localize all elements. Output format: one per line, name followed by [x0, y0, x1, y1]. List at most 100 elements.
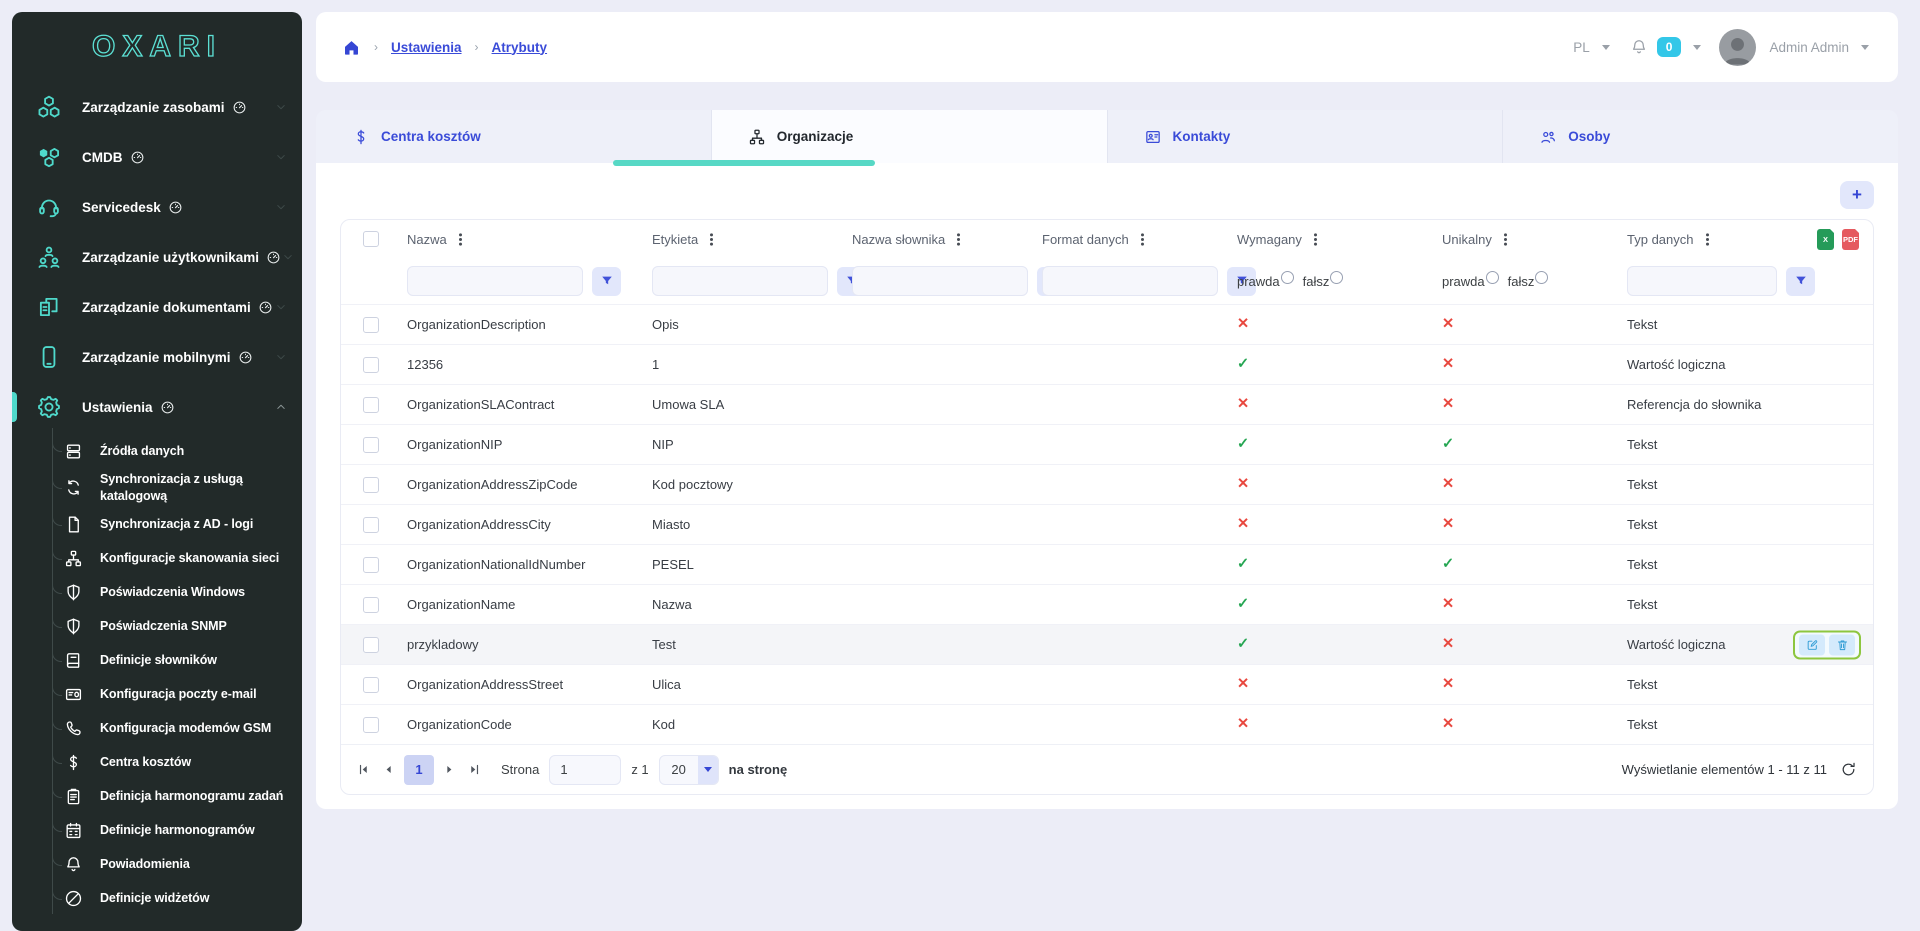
notification-badge[interactable]: 0 [1657, 37, 1682, 57]
cell-nazwa: OrganizationNIP [399, 437, 644, 452]
select-all-checkbox[interactable] [363, 231, 379, 247]
column-menu-icon[interactable] [1706, 238, 1709, 241]
sidebar-item-zarz-dzanie-mobilnymi[interactable]: Zarządzanie mobilnymi [12, 332, 302, 382]
sidebar-subitem-definicje-harmonogram-w[interactable]: Definicje harmonogramów [12, 814, 302, 848]
sidebar-subitem-po-wiadczenia-snmp[interactable]: Poświadczenia SNMP [12, 610, 302, 644]
sidebar-subitem-konfiguracja-poczty-e-mail[interactable]: Konfiguracja poczty e-mail [12, 678, 302, 712]
tab-kontakty[interactable]: Kontakty [1108, 110, 1504, 163]
language-caret-icon[interactable] [1602, 45, 1610, 50]
language-selector[interactable]: PL [1573, 40, 1590, 55]
sidebar-subitem-konfiguracja-modem-w-gsm[interactable]: Konfiguracja modemów GSM [12, 712, 302, 746]
table-row-przykladowy[interactable]: przykladowyTest✓✕Wartość logiczna [341, 624, 1873, 664]
row-checkbox[interactable] [363, 717, 379, 733]
sidebar-subitem-definicje-s-ownik-w[interactable]: Definicje słowników [12, 644, 302, 678]
refresh-icon[interactable] [1840, 761, 1857, 778]
column-menu-icon[interactable] [1141, 238, 1144, 241]
first-page-button[interactable] [351, 757, 376, 783]
row-checkbox[interactable] [363, 517, 379, 533]
page-size-select[interactable]: 20 [659, 755, 719, 785]
cell-nazwa: OrganizationDescription [399, 317, 644, 332]
delete-button[interactable] [1829, 634, 1855, 655]
next-page-button[interactable] [437, 757, 462, 783]
previous-page-button[interactable] [376, 757, 401, 783]
last-page-button[interactable] [462, 757, 487, 783]
excel-export-icon[interactable]: X [1817, 229, 1834, 250]
table-row-organizationnip[interactable]: OrganizationNIPNIP✓✓Tekst [341, 424, 1873, 464]
cross-icon: ✕ [1237, 517, 1249, 532]
column-menu-icon[interactable] [957, 238, 960, 241]
sidebar-subitem-r-d-a-danych[interactable]: Źródła danych [12, 434, 302, 468]
filter-button-typ-danych[interactable] [1786, 267, 1815, 296]
filter-input-nazwa[interactable] [407, 266, 583, 296]
avatar[interactable] [1719, 29, 1756, 66]
column-menu-icon[interactable] [459, 238, 462, 241]
table-row-organizationnationalidnumber[interactable]: OrganizationNationalIdNumberPESEL✓✓Tekst [341, 544, 1873, 584]
cross-icon: ✕ [1442, 317, 1454, 332]
table-row-organizationdescription[interactable]: OrganizationDescriptionOpis✕✕Tekst [341, 304, 1873, 344]
sidebar-subitem-synchronizacja-z-ad-logi[interactable]: Synchronizacja z AD - logi [12, 508, 302, 542]
row-checkbox[interactable] [363, 357, 379, 373]
cell-wymagany: ✓ [1229, 357, 1434, 372]
table-row-organizationaddressstreet[interactable]: OrganizationAddressStreetUlica✕✕Tekst [341, 664, 1873, 704]
radio-true[interactable] [1486, 271, 1499, 284]
row-checkbox[interactable] [363, 637, 379, 653]
add-attribute-button[interactable]: + [1840, 181, 1874, 209]
filter-input-format-danych[interactable] [1042, 266, 1218, 296]
filter-input-nazwa-s-ownika[interactable] [852, 266, 1028, 296]
tab-osoby[interactable]: Osoby [1503, 110, 1898, 163]
sidebar-subitem-definicje-wid-et-w[interactable]: Definicje widżetów [12, 882, 302, 916]
radio-false[interactable] [1330, 271, 1343, 284]
filter-button-nazwa[interactable] [592, 267, 621, 296]
column-menu-icon[interactable] [1504, 238, 1507, 241]
notification-caret-icon[interactable] [1693, 45, 1701, 50]
row-checkbox[interactable] [363, 557, 379, 573]
filter-input-etykieta[interactable] [652, 266, 828, 296]
table-row-organizationcode[interactable]: OrganizationCodeKod✕✕Tekst [341, 704, 1873, 744]
tab-organizacje[interactable]: Organizacje [712, 110, 1108, 163]
trash-icon [1836, 638, 1849, 651]
user-menu-caret-icon[interactable] [1861, 45, 1869, 50]
notification-bell-icon[interactable] [1630, 38, 1648, 56]
sidebar-subitem-synchronizacja-z-us-ug-katalogow[interactable]: Synchronizacja z usługą katalogową [12, 468, 302, 508]
row-checkbox[interactable] [363, 677, 379, 693]
column-menu-icon[interactable] [710, 238, 713, 241]
sidebar-item-zarz-dzanie-dokumentami[interactable]: Zarządzanie dokumentami [12, 282, 302, 332]
edit-button[interactable] [1799, 634, 1825, 655]
table-row-organizationname[interactable]: OrganizationNameNazwa✓✕Tekst [341, 584, 1873, 624]
sidebar-item-servicedesk[interactable]: Servicedesk [12, 182, 302, 232]
pdf-export-icon[interactable]: PDF [1842, 229, 1859, 250]
table-row-12356[interactable]: 123561✓✕Wartość logiczna [341, 344, 1873, 384]
table-row-organizationslacontract[interactable]: OrganizationSLAContractUmowa SLA✕✕Refere… [341, 384, 1873, 424]
page-size-dropdown[interactable] [698, 756, 718, 784]
sidebar-subitem-po-wiadczenia-windows[interactable]: Poświadczenia Windows [12, 576, 302, 610]
row-checkbox-cell [341, 637, 399, 653]
sidebar-item-zarz-dzanie-u-ytkownikami[interactable]: Zarządzanie użytkownikami [12, 232, 302, 282]
table-row-organizationaddresscity[interactable]: OrganizationAddressCityMiasto✕✕Tekst [341, 504, 1873, 544]
cell-unikalny: ✕ [1434, 637, 1619, 652]
sidebar-item-zarz-dzanie-zasobami[interactable]: Zarządzanie zasobami [12, 82, 302, 132]
row-checkbox[interactable] [363, 397, 379, 413]
home-icon[interactable] [342, 38, 361, 57]
filter-input-typ-danych[interactable] [1627, 266, 1777, 296]
radio-false[interactable] [1535, 271, 1548, 284]
sidebar-subitem-definicja-harmonogramu-zada[interactable]: Definicja harmonogramu zadań [12, 780, 302, 814]
sidebar-item-ustawienia[interactable]: Ustawienia [12, 382, 302, 432]
page-number-input[interactable] [549, 755, 621, 785]
gauge-icon [258, 300, 273, 315]
sidebar-subitem-konfiguracje-skanowania-sieci[interactable]: Konfiguracje skanowania sieci [12, 542, 302, 576]
attribute-label: Umowa SLA [652, 397, 724, 412]
row-checkbox[interactable] [363, 317, 379, 333]
radio-true[interactable] [1281, 271, 1294, 284]
row-checkbox[interactable] [363, 477, 379, 493]
breadcrumb-link-atrybuty[interactable]: Atrybuty [492, 40, 548, 55]
sidebar-subitem-centra-koszt-w[interactable]: Centra kosztów [12, 746, 302, 780]
row-checkbox[interactable] [363, 597, 379, 613]
column-menu-icon[interactable] [1314, 238, 1317, 241]
current-page-button[interactable]: 1 [404, 755, 434, 785]
sidebar-subitem-powiadomienia[interactable]: Powiadomienia [12, 848, 302, 882]
table-row-organizationaddresszipcode[interactable]: OrganizationAddressZipCodeKod pocztowy✕✕… [341, 464, 1873, 504]
sidebar-item-cmdb[interactable]: CMDB [12, 132, 302, 182]
breadcrumb-link-ustawienia[interactable]: Ustawienia [391, 40, 462, 55]
tab-centra-koszt-w[interactable]: Centra kosztów [316, 110, 712, 163]
row-checkbox[interactable] [363, 437, 379, 453]
